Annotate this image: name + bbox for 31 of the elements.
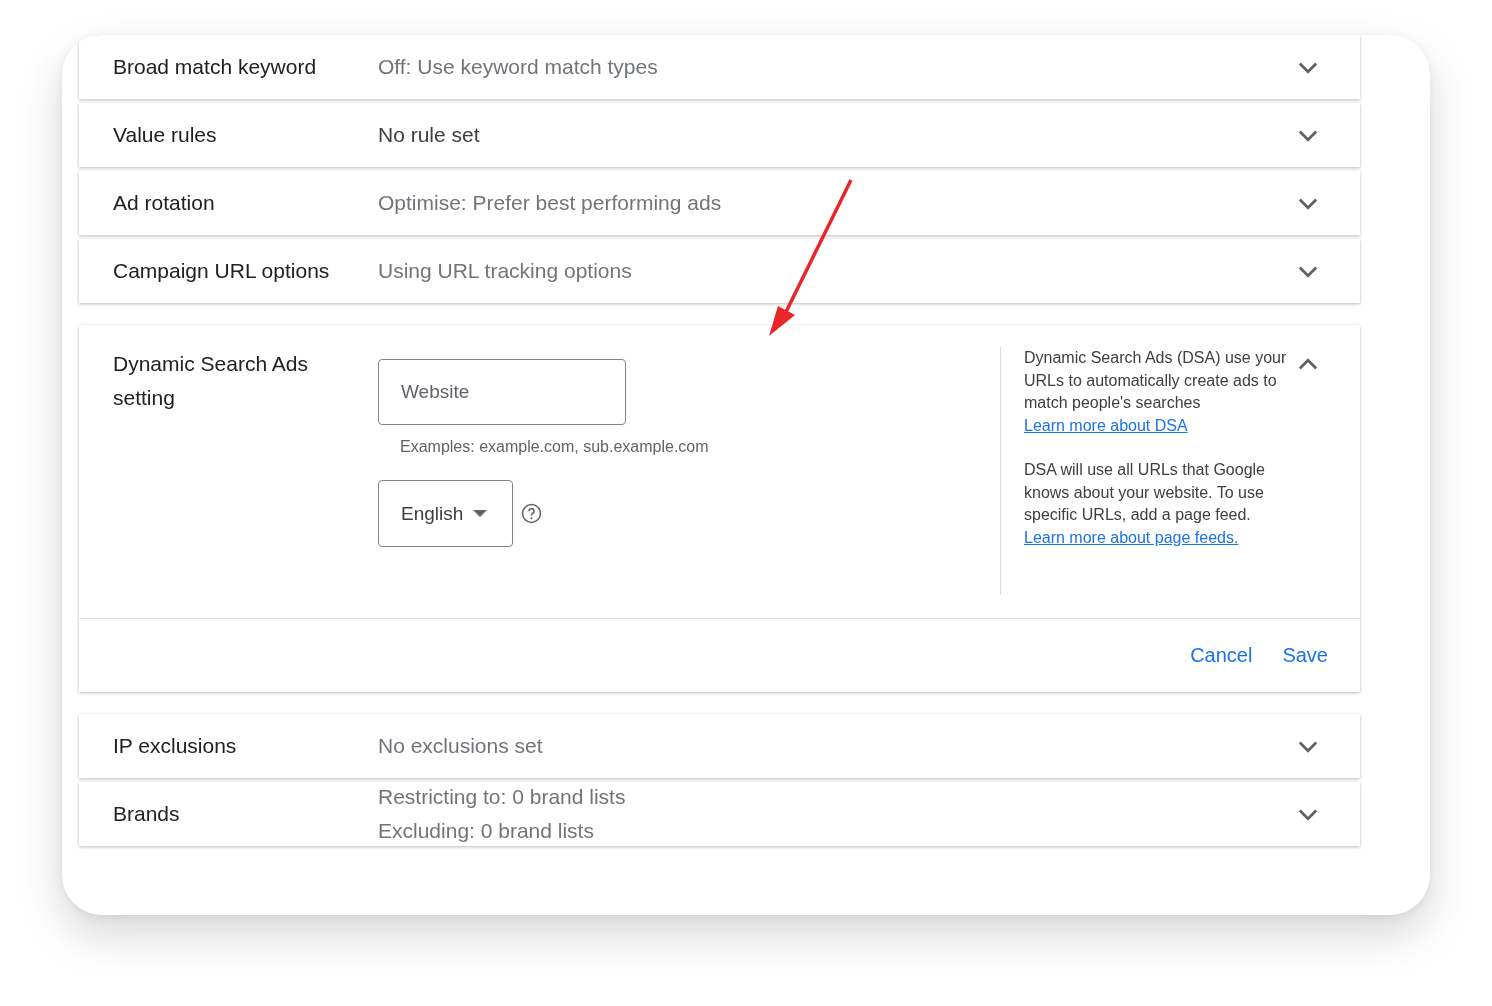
- setting-row[interactable]: Campaign URL options Using URL tracking options: [79, 239, 1360, 303]
- save-button[interactable]: Save: [1274, 638, 1336, 673]
- cancel-button[interactable]: Cancel: [1182, 638, 1261, 673]
- caret-icon: [473, 510, 488, 517]
- setting-row[interactable]: Ad rotation Optimise: Prefer best performing ads: [79, 171, 1360, 235]
- setting-label: Brands: [112, 802, 181, 826]
- setting-value: Excluding: 0 brand lists: [378, 819, 595, 843]
- setting-row[interactable]: Value rules No rule set: [79, 103, 1360, 167]
- setting-value: Using URL tracking options: [378, 259, 633, 283]
- learn-more-link[interactable]: Learn more about page feeds.: [1024, 528, 1239, 546]
- website-field[interactable]: Website: [378, 359, 626, 425]
- setting-value: No rule set: [378, 123, 481, 147]
- setting-value: Optimise: Prefer best performing ads: [378, 191, 723, 215]
- help-icon[interactable]: [521, 503, 542, 524]
- setting-row[interactable]: Brands Restricting to: 0 brand lists Excluding: 0 brand lists: [79, 782, 1360, 846]
- setting-label: Ad rotation: [112, 191, 216, 215]
- setting-row[interactable]: IP exclusions No exclusions set: [79, 714, 1360, 778]
- info-text: DSA will use all URLs that Google knows about your website. To use specific URLs, add a page feed.: [1024, 460, 1266, 525]
- setting-value: No exclusions set: [378, 734, 544, 758]
- learn-more-link[interactable]: Learn more about DSA: [1024, 416, 1188, 434]
- setting-label: Dynamic Search Ads setting: [112, 351, 309, 411]
- setting-row[interactable]: Broad match keyword Off: Use keyword match types: [79, 35, 1360, 99]
- field-hint: Examples: example.com, sub.example.com: [400, 438, 710, 456]
- setting-value: Restricting to: 0 brand lists: [378, 785, 627, 809]
- setting-label: IP exclusions: [112, 734, 238, 758]
- setting-label: Value rules: [112, 123, 218, 147]
- info-text: Dynamic Search Ads (DSA) use your URLs to automatically create ads to match people's searches: [1024, 348, 1288, 413]
- language-dropdown[interactable]: English: [378, 480, 513, 547]
- setting-label: Broad match keyword: [112, 55, 318, 79]
- setting-label: Campaign URL options: [112, 259, 331, 283]
- setting-value: Off: Use keyword match types: [378, 55, 659, 79]
